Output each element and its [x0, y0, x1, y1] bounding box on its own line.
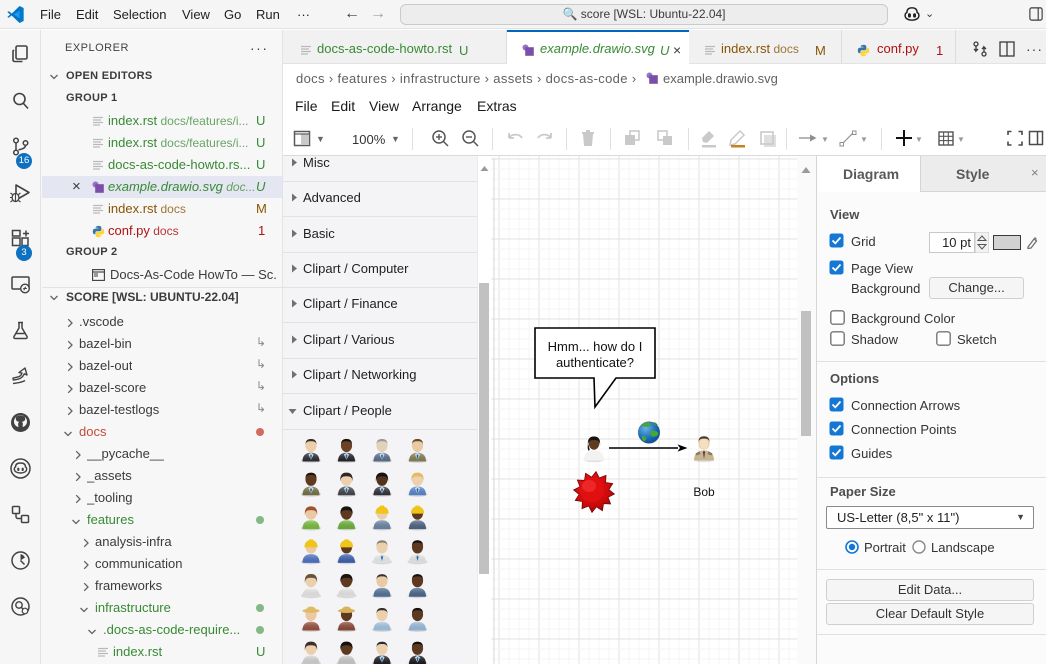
svg-text:Hmm... how do I: Hmm... how do I — [548, 339, 643, 354]
svg-text:Bob: Bob — [693, 485, 715, 499]
svg-text:authenticate?: authenticate? — [556, 355, 634, 370]
